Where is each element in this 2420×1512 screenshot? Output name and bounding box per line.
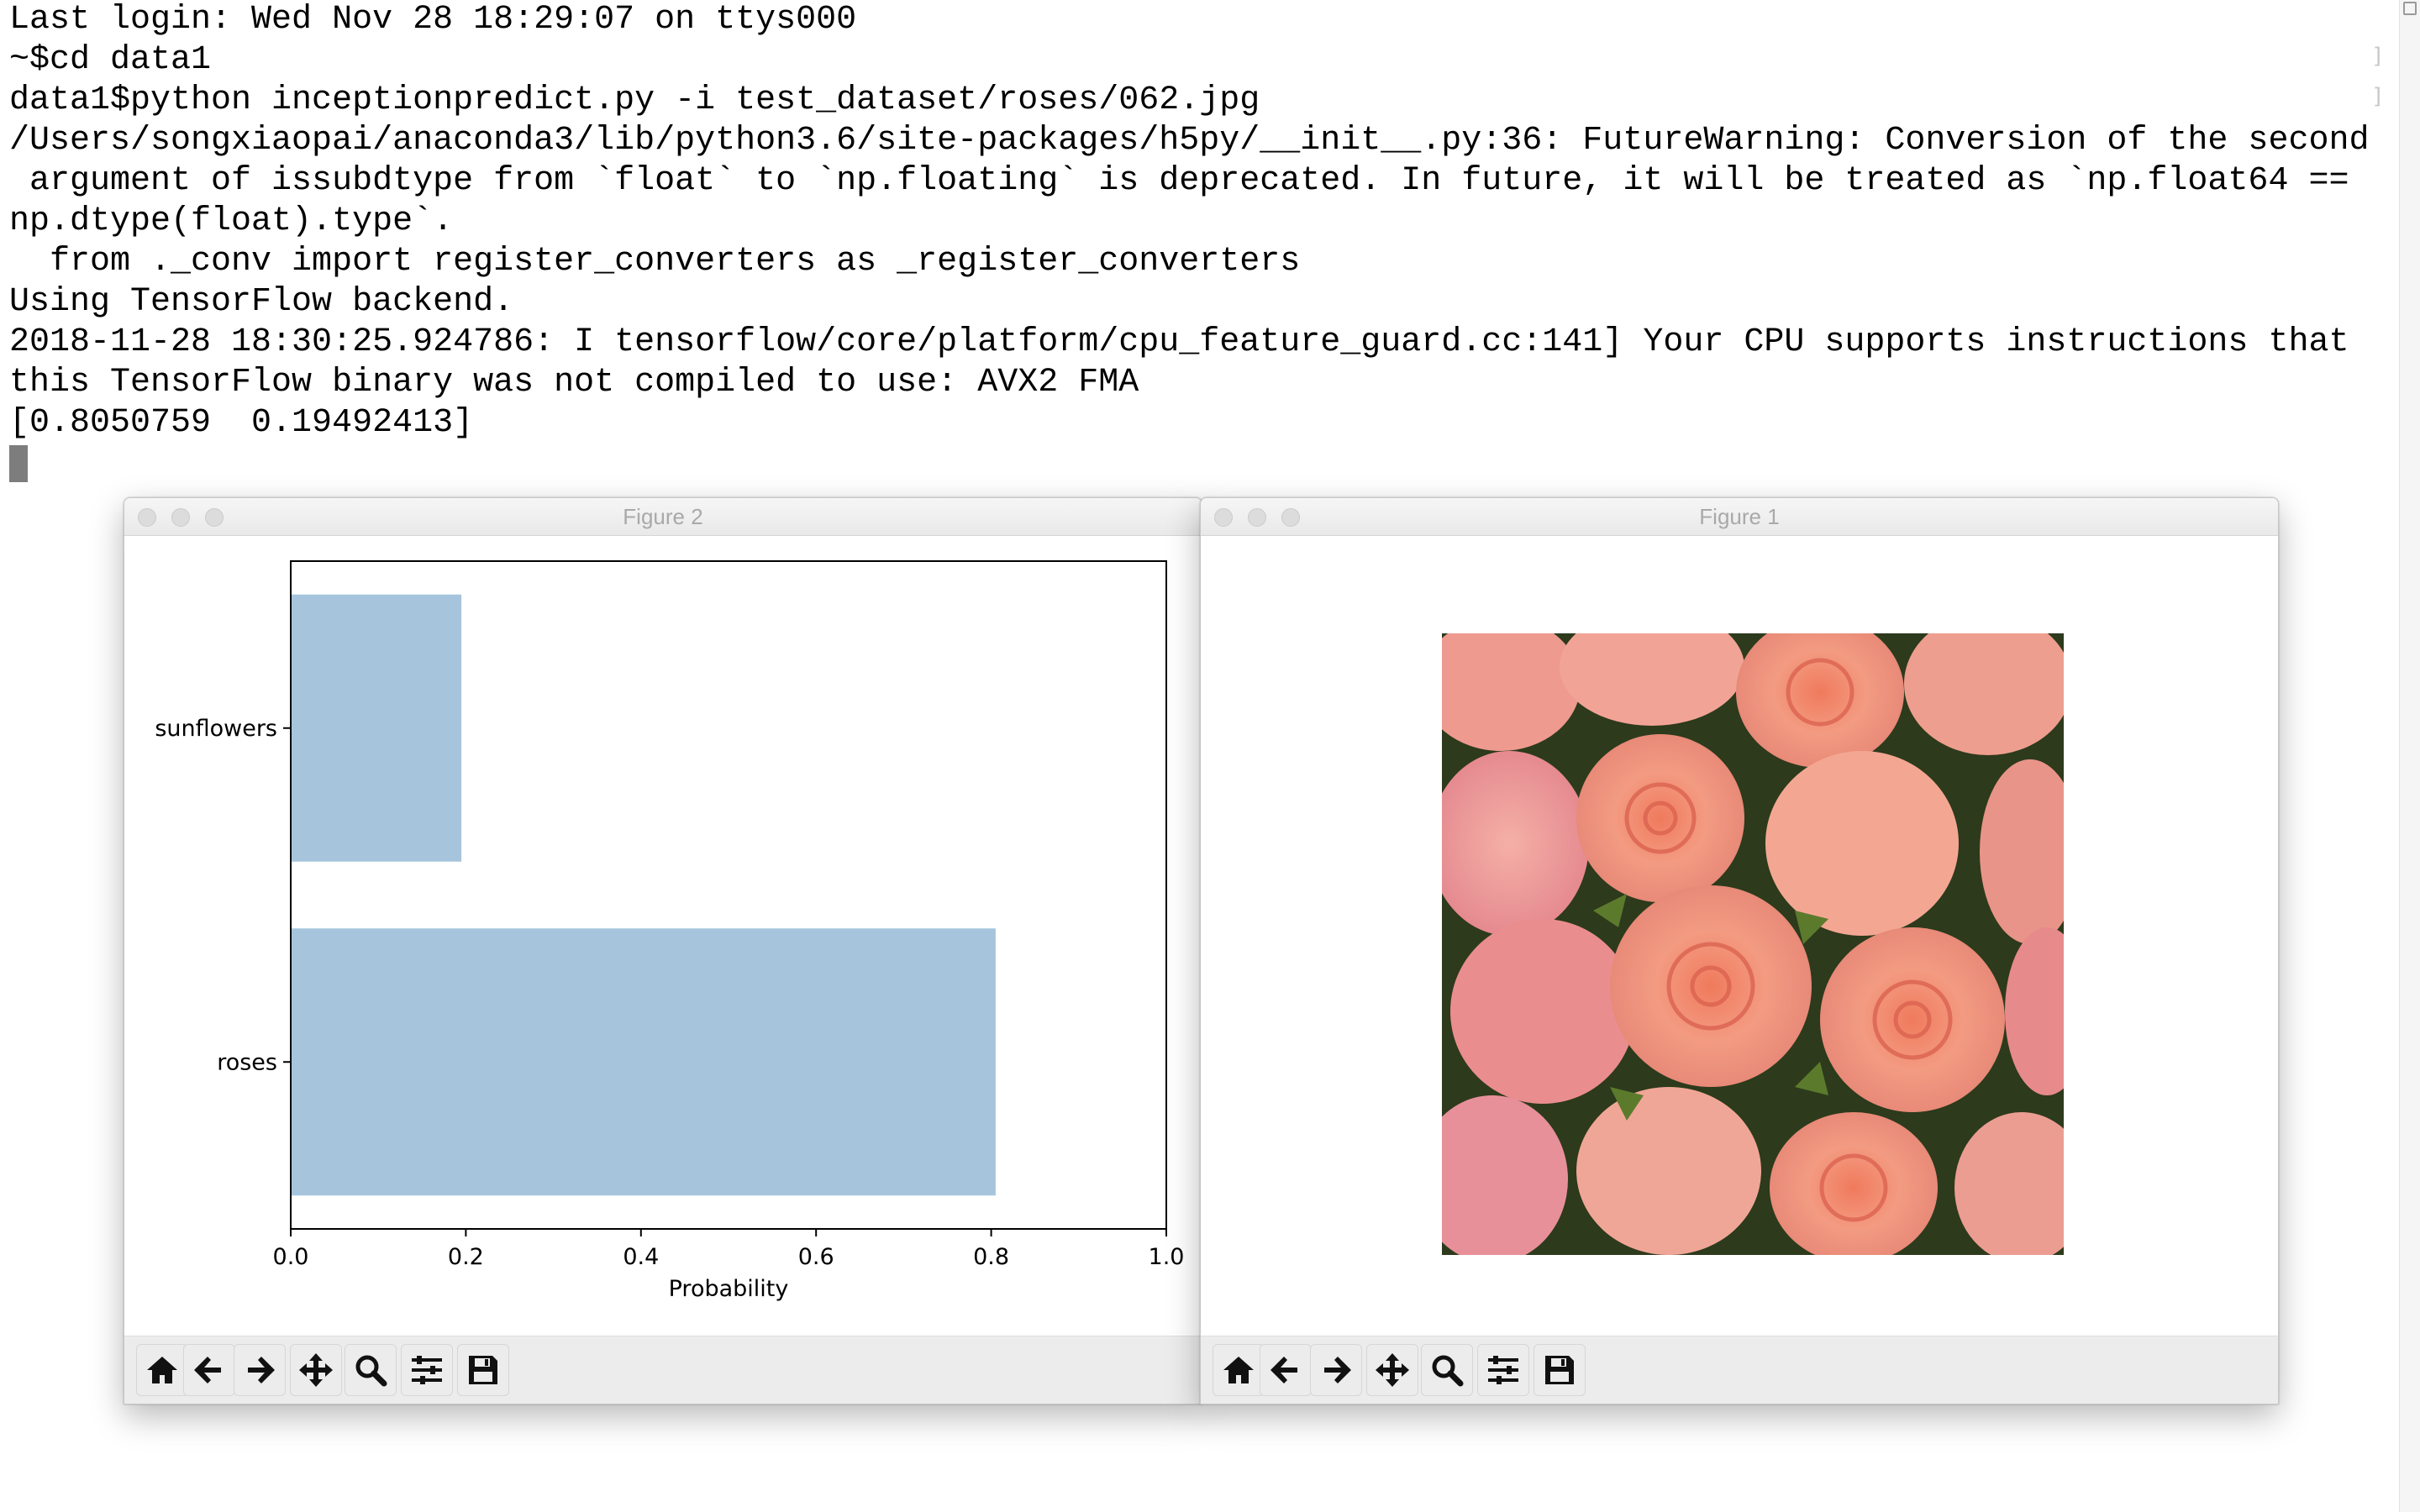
save-button[interactable] <box>457 1344 509 1396</box>
home-button[interactable] <box>136 1344 188 1396</box>
chart-canvas[interactable]: roses sunflowers 0.0 0.2 0.4 0.6 0.8 1.0 Probabi… <box>124 536 1202 1336</box>
bookmark-mark: ] <box>2371 44 2385 69</box>
terminal-line: argument of issubdtype from `float` to `… <box>9 162 2349 200</box>
x-tick-label: 0.0 <box>273 1244 309 1270</box>
terminal-scrollbar[interactable] <box>2399 0 2420 1512</box>
configure-icon <box>412 1356 442 1384</box>
terminal-line: 2018-11-28 18:30:25.924786: I tensorflow… <box>9 323 2349 361</box>
back-arrow-icon <box>1270 1357 1297 1383</box>
forward-arrow-button[interactable] <box>234 1344 286 1396</box>
forward-arrow-icon <box>1324 1357 1351 1383</box>
titlebar[interactable]: Figure 2 <box>124 498 1202 536</box>
window-title: Figure 2 <box>623 504 703 529</box>
terminal-line: ~$cd data1 <box>9 41 212 79</box>
bookmark-mark: ] <box>2371 84 2385 109</box>
back-arrow-icon <box>194 1357 221 1383</box>
y-tick-label: sunflowers <box>155 716 277 742</box>
zoom-icon <box>1432 1355 1464 1387</box>
save-button[interactable] <box>1534 1344 1586 1396</box>
figure-toolbar <box>124 1336 1202 1404</box>
home-icon <box>147 1357 177 1383</box>
bar-roses <box>291 928 996 1196</box>
back-arrow-button[interactable] <box>183 1344 235 1396</box>
text-cursor <box>9 445 28 482</box>
figure-2-window[interactable]: Figure 2 roses sunflowers 0.0 0.2 0.4 0.6 0.8 1… <box>124 497 1202 1404</box>
x-axis-label: Probability <box>669 1276 789 1302</box>
x-tick-label: 0.4 <box>623 1244 659 1270</box>
terminal-prompt[interactable] <box>9 444 2400 484</box>
x-tick-label: 0.6 <box>798 1244 834 1270</box>
zoom-button[interactable] <box>1421 1344 1473 1396</box>
scroll-indicator <box>2403 2 2417 15</box>
zoom-icon <box>355 1355 387 1387</box>
pan-button[interactable] <box>290 1344 342 1396</box>
save-icon <box>1545 1356 1574 1384</box>
terminal-line: [0.8050759 0.19492413] <box>9 404 474 442</box>
configure-button[interactable] <box>401 1344 453 1396</box>
figure-toolbar <box>1201 1336 2278 1404</box>
y-tick-label: roses <box>217 1049 277 1075</box>
zoom-button[interactable] <box>345 1344 397 1396</box>
x-tick-label: 0.2 <box>448 1244 484 1270</box>
configure-button[interactable] <box>1477 1344 1529 1396</box>
terminal-line: Using TensorFlow backend. <box>9 283 514 321</box>
pan-icon <box>1376 1353 1409 1387</box>
figure-1-window[interactable]: Figure 1 <box>1200 497 2279 1404</box>
titlebar[interactable]: Figure 1 <box>1201 498 2278 536</box>
forward-arrow-button[interactable] <box>1310 1344 1362 1396</box>
back-arrow-button[interactable] <box>1260 1344 1312 1396</box>
x-tick-label: 0.8 <box>973 1244 1009 1270</box>
window-title: Figure 1 <box>1699 504 1780 529</box>
terminal-line: /Users/songxiaopai/anaconda3/lib/python3… <box>9 122 2370 160</box>
terminal-line: from ._conv import register_converters a… <box>9 243 1301 281</box>
bar-sunflowers <box>291 594 462 862</box>
pan-button[interactable] <box>1366 1344 1418 1396</box>
configure-icon <box>1488 1356 1518 1384</box>
image-canvas[interactable] <box>1201 536 2278 1336</box>
bar-chart: roses sunflowers 0.0 0.2 0.4 0.6 0.8 1.0 Probabi… <box>155 560 1185 1302</box>
x-tick-label: 1.0 <box>1149 1244 1185 1270</box>
home-button[interactable] <box>1213 1344 1265 1396</box>
pan-icon <box>299 1353 333 1387</box>
terminal-line: data1$python inceptionpredict.py -i test… <box>9 81 1260 119</box>
terminal-line: Last login: Wed Nov 28 18:29:07 on ttys0… <box>9 1 857 39</box>
rose-photo <box>1442 633 2064 1255</box>
home-icon <box>1223 1357 1254 1383</box>
terminal-line: np.dtype(float).type`. <box>9 202 454 240</box>
save-icon <box>469 1356 497 1384</box>
forward-arrow-icon <box>248 1357 275 1383</box>
terminal-line: this TensorFlow binary was not compiled … <box>9 364 1139 402</box>
